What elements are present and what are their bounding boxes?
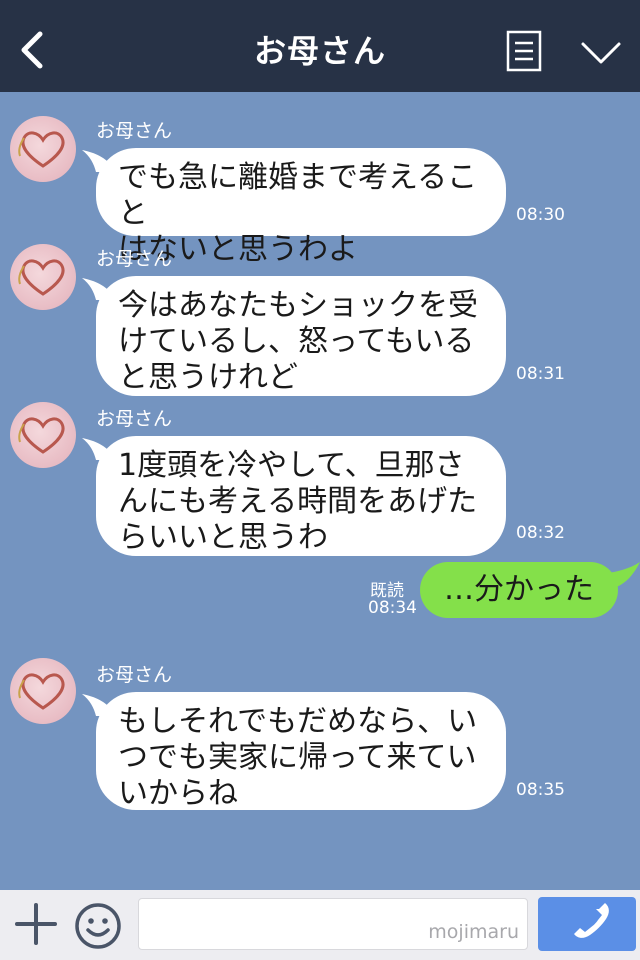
chat-area[interactable]: お母さん でも急に離婚まで考えること はないと思うわよ 08:30 お母さん 今… (0, 92, 640, 890)
emoji-button[interactable] (74, 902, 122, 950)
message-bubble[interactable]: もしそれでもだめなら、い つでも実家に帰って来てい いからね (96, 692, 506, 811)
more-button[interactable] (580, 38, 622, 68)
sender-name: お母さん (96, 120, 173, 142)
message-bubble[interactable]: 1度頭を冷やして、旦那さ んにも考える時間をあげた らいいと思うわ (96, 436, 506, 556)
phone-icon (574, 903, 609, 938)
outgoing-message-bubble[interactable]: …分かった (420, 562, 618, 618)
heart-necklace-icon (18, 131, 65, 168)
chat-header: お母さん (0, 0, 640, 92)
smiley-icon (75, 903, 121, 949)
message-time: 08:35 (516, 780, 565, 800)
message-time: 08:32 (516, 523, 565, 543)
plus-icon (15, 903, 57, 945)
sender-name: お母さん (96, 248, 173, 270)
chat-title: お母さん (253, 32, 386, 70)
message-time: 08:30 (516, 205, 565, 225)
avatar[interactable] (10, 658, 76, 724)
notes-button[interactable] (506, 30, 542, 72)
heart-necklace-icon (18, 259, 65, 296)
chevron-down-icon (581, 42, 621, 64)
sender-name: お母さん (96, 408, 173, 430)
message-bubble[interactable]: 今はあなたもショックを受 けているし、怒ってもいる と思うけれど (96, 276, 506, 396)
message-input[interactable]: mojimaru (138, 898, 528, 950)
heart-necklace-icon (18, 673, 65, 710)
call-button[interactable] (538, 897, 636, 951)
add-button[interactable] (14, 902, 58, 946)
message-bubble[interactable]: でも急に離婚まで考えること はないと思うわよ (96, 148, 506, 267)
input-bar: mojimaru (0, 890, 640, 960)
avatar[interactable] (10, 402, 76, 468)
notes-icon (506, 30, 542, 72)
watermark: mojimaru (428, 921, 519, 943)
avatar[interactable] (10, 244, 76, 310)
heart-necklace-icon (18, 417, 65, 454)
sender-name: お母さん (96, 664, 173, 686)
avatar[interactable] (10, 116, 76, 182)
message-time: 08:31 (516, 364, 565, 384)
message-time: 08:34 (368, 598, 417, 618)
